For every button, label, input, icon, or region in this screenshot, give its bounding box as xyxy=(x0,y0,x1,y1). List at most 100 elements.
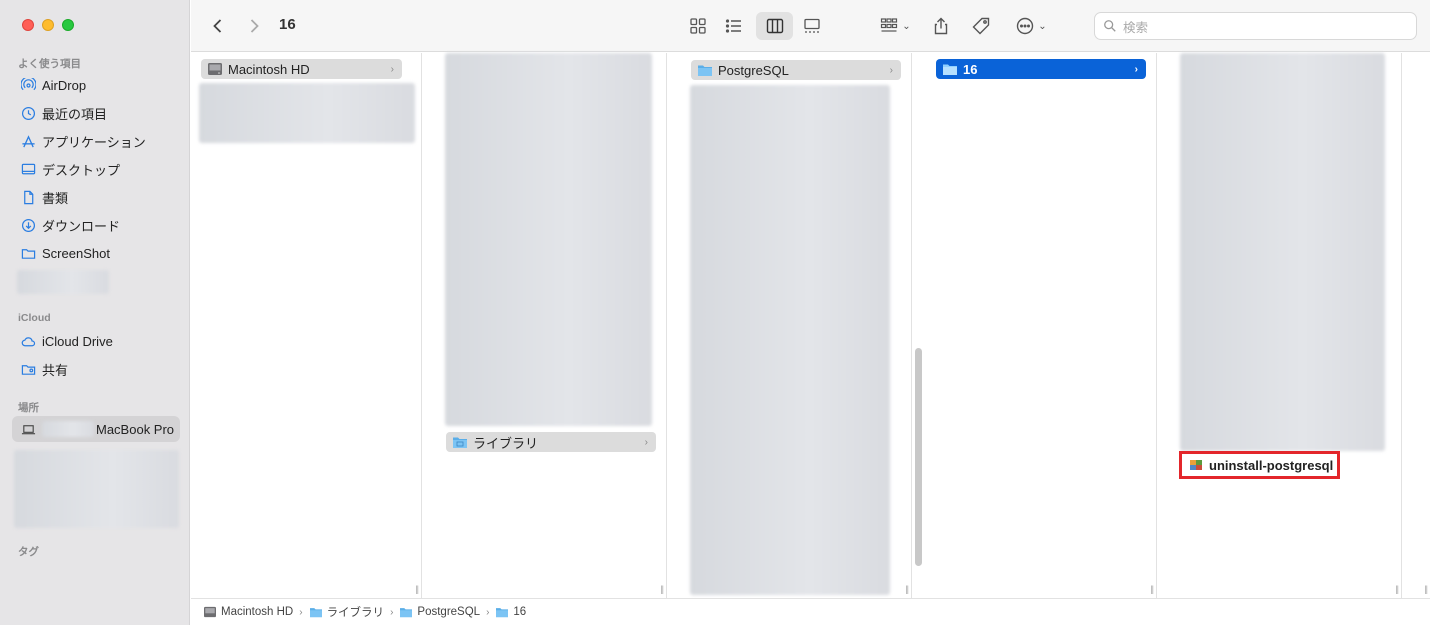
gallery-icon xyxy=(804,18,820,33)
column-6-empty: || xyxy=(1402,53,1430,598)
sidebar-item-macbook-pro[interactable]: MacBook Pro xyxy=(12,416,180,442)
sidebar-item-screenshot[interactable]: ScreenShot xyxy=(12,240,180,266)
sidebar-item-label: 共有 xyxy=(42,362,69,378)
share-button[interactable] xyxy=(929,12,953,40)
search-placeholder: 検索 xyxy=(1123,20,1149,35)
grid-icon xyxy=(690,18,706,34)
sidebar-item-label: AirDrop xyxy=(42,77,87,93)
folder-icon xyxy=(452,435,468,449)
search-field[interactable]: 検索 xyxy=(1094,12,1417,40)
column-resize-handle[interactable]: || xyxy=(415,584,419,594)
folder-icon xyxy=(399,606,413,618)
chevron-right-icon: › xyxy=(644,436,648,448)
column-2[interactable]: ライブラリ › || xyxy=(437,53,667,598)
column-3-scrollbar[interactable] xyxy=(915,348,922,566)
forward-button[interactable] xyxy=(243,12,265,40)
zoom-button[interactable] xyxy=(62,19,74,31)
highlight-box xyxy=(1179,451,1340,479)
sidebar-item-label: ScreenShot xyxy=(42,245,110,261)
folder-icon xyxy=(20,245,36,261)
columns-icon xyxy=(766,18,783,34)
redacted-items xyxy=(445,53,652,426)
path-segment-library[interactable]: ライブラリ xyxy=(309,604,384,620)
group-button[interactable]: ⌄ xyxy=(875,12,915,40)
redacted-device-name xyxy=(42,421,94,437)
folder-icon xyxy=(309,606,323,618)
column-resize-handle[interactable]: || xyxy=(905,584,909,594)
sidebar-item-documents[interactable]: 書類 xyxy=(12,184,180,210)
column-resize-handle[interactable]: || xyxy=(1395,584,1399,594)
list-item-label: 16 xyxy=(963,61,978,77)
sidebar-item-desktop[interactable]: デスクトップ xyxy=(12,156,180,182)
applications-icon xyxy=(20,133,36,149)
column-1[interactable]: Macintosh HD › || xyxy=(191,53,422,598)
list-item-16[interactable]: 16 › xyxy=(936,59,1146,79)
laptop-icon xyxy=(20,421,36,437)
sidebar-item-label: アプリケーション xyxy=(42,134,146,150)
path-label: Macintosh HD xyxy=(221,606,294,618)
search-icon xyxy=(1104,20,1116,32)
gallery-view-button[interactable] xyxy=(799,12,825,40)
tag-button[interactable] xyxy=(969,12,993,40)
sidebar: よく使う項目 AirDrop 最近の項目 アプリケーション デスクトップ 書類 … xyxy=(0,0,190,625)
list-item-postgresql[interactable]: PostgreSQL › xyxy=(691,60,901,80)
column-3[interactable]: PostgreSQL › || xyxy=(682,53,912,598)
sidebar-section-tags: タグ xyxy=(18,546,39,558)
redacted-locations xyxy=(14,450,179,528)
path-segment-16[interactable]: 16 xyxy=(495,606,526,618)
window-controls xyxy=(22,19,74,31)
column-4[interactable]: 16 › || xyxy=(927,53,1157,598)
column-view-button[interactable] xyxy=(756,12,793,40)
path-segment-macintosh-hd[interactable]: Macintosh HD xyxy=(203,606,293,618)
column-resize-handle[interactable]: || xyxy=(660,584,664,594)
list-item-library[interactable]: ライブラリ › xyxy=(446,432,656,452)
icon-view-button[interactable] xyxy=(685,12,711,40)
chevron-right-icon xyxy=(250,19,259,33)
path-segment-postgresql[interactable]: PostgreSQL xyxy=(399,606,480,618)
download-icon xyxy=(20,217,36,233)
sidebar-item-recents[interactable]: 最近の項目 xyxy=(12,100,180,126)
hard-drive-icon xyxy=(207,62,223,76)
redacted-sidebar-item xyxy=(17,270,109,294)
sidebar-item-icloud-drive[interactable]: iCloud Drive xyxy=(12,328,180,354)
redacted-items xyxy=(199,83,415,143)
close-button[interactable] xyxy=(22,19,34,31)
chevron-down-icon: ⌄ xyxy=(1038,20,1047,32)
group-grid-icon xyxy=(881,18,898,32)
path-label: 16 xyxy=(513,606,527,618)
sidebar-item-applications[interactable]: アプリケーション xyxy=(12,128,180,154)
path-label: PostgreSQL xyxy=(417,606,481,618)
shared-folder-icon xyxy=(20,361,36,377)
sidebar-item-shared[interactable]: 共有 xyxy=(12,356,180,382)
sidebar-item-downloads[interactable]: ダウンロード xyxy=(12,212,180,238)
chevron-right-icon: › xyxy=(299,606,303,618)
minimize-button[interactable] xyxy=(42,19,54,31)
sidebar-item-label: iCloud Drive xyxy=(42,333,113,349)
sidebar-item-label: MacBook Pro xyxy=(96,421,175,437)
clock-icon xyxy=(20,105,36,121)
finder-window: よく使う項目 AirDrop 最近の項目 アプリケーション デスクトップ 書類 … xyxy=(0,0,1430,625)
redacted-items xyxy=(1180,53,1385,451)
list-view-button[interactable] xyxy=(721,12,747,40)
sidebar-item-airdrop[interactable]: AirDrop xyxy=(12,72,180,98)
column-resize-handle[interactable]: || xyxy=(1150,584,1154,594)
path-bar: Macintosh HD › ライブラリ › PostgreSQL › 16 xyxy=(191,598,1430,625)
column-resize-handle[interactable]: || xyxy=(1424,584,1428,594)
more-actions-button[interactable]: ⌄ xyxy=(1011,12,1051,40)
redacted-items xyxy=(690,85,890,595)
folder-icon xyxy=(942,62,958,76)
column-5[interactable]: uninstall-postgresql || xyxy=(1172,53,1402,598)
tag-icon xyxy=(972,17,990,35)
back-button[interactable] xyxy=(207,12,229,40)
window-title: 16 xyxy=(279,16,296,33)
hard-drive-icon xyxy=(203,606,217,618)
share-icon xyxy=(934,17,948,35)
chevron-down-icon: ⌄ xyxy=(902,20,911,32)
cloud-icon xyxy=(20,333,36,349)
toolbar: 16 ⌄ ⌄ 検索 xyxy=(191,0,1430,52)
chevron-right-icon: › xyxy=(390,63,394,75)
chevron-right-icon: › xyxy=(486,606,490,618)
sidebar-item-label: 最近の項目 xyxy=(42,106,108,122)
list-item-label: ライブラリ xyxy=(473,435,539,451)
list-item-macintosh-hd[interactable]: Macintosh HD › xyxy=(201,59,402,79)
